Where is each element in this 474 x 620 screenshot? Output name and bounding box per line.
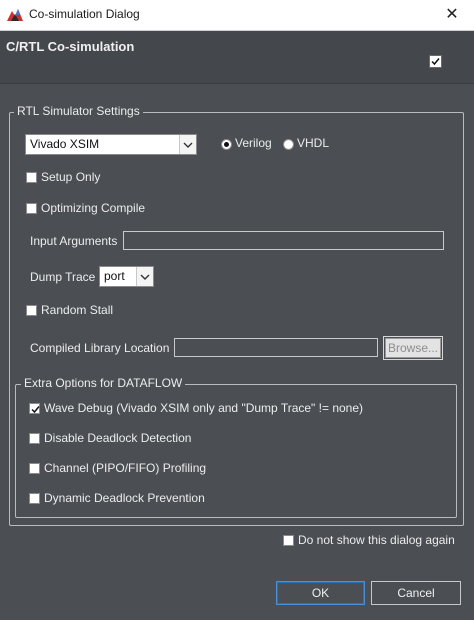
ok-button[interactable]: OK [276, 581, 365, 605]
disable-deadlock-detection-checkbox[interactable] [29, 433, 40, 444]
dump-trace-value: port [104, 269, 125, 283]
checkmark-icon [31, 406, 40, 414]
close-icon: ✕ [445, 6, 459, 23]
wave-debug-checkbox[interactable] [29, 403, 40, 414]
header-checkbox[interactable] [429, 55, 442, 68]
browse-label: Browse... [387, 341, 438, 355]
do-not-show-again-label: Do not show this dialog again [298, 533, 455, 547]
compiled-library-field[interactable] [174, 338, 378, 357]
compiled-library-label: Compiled Library Location [30, 341, 170, 355]
verilog-label: Verilog [235, 136, 272, 150]
dynamic-deadlock-prevention-label: Dynamic Deadlock Prevention [44, 491, 205, 505]
setup-only-label: Setup Only [41, 170, 101, 184]
dynamic-deadlock-prevention-checkbox[interactable] [29, 493, 40, 504]
do-not-show-again-checkbox[interactable] [283, 535, 294, 546]
simulator-select[interactable]: Vivado XSIM [25, 134, 197, 155]
title-bar: Co-simulation Dialog ✕ [0, 0, 474, 31]
setup-only-checkbox[interactable] [26, 172, 37, 183]
vhdl-radio[interactable] [283, 139, 294, 150]
dialog-heading: C/RTL Co-simulation [6, 39, 135, 54]
channel-profiling-checkbox[interactable] [29, 463, 40, 474]
channel-profiling-label: Channel (PIPO/FIFO) Profiling [44, 461, 207, 475]
extra-options-legend: Extra Options for DATAFLOW [21, 376, 186, 390]
optimizing-compile-checkbox[interactable] [26, 203, 37, 214]
input-arguments-label: Input Arguments [30, 234, 118, 248]
chevron-down-icon [179, 135, 196, 154]
optimizing-compile-label: Optimizing Compile [41, 201, 146, 215]
checkmark-icon [431, 58, 440, 66]
cancel-button[interactable]: Cancel [371, 581, 461, 605]
dump-trace-select[interactable]: port [99, 266, 154, 287]
wave-debug-label: Wave Debug (Vivado XSIM only and "Dump T… [44, 401, 364, 415]
browse-button[interactable]: Browse... [383, 336, 443, 360]
verilog-radio[interactable] [221, 139, 232, 150]
window-title: Co-simulation Dialog [29, 7, 140, 21]
random-stall-checkbox[interactable] [26, 305, 37, 316]
cancel-label: Cancel [397, 586, 435, 600]
dump-trace-label: Dump Trace [30, 270, 96, 284]
vhdl-label: VHDL [297, 136, 330, 150]
disable-deadlock-detection-label: Disable Deadlock Detection [44, 431, 192, 445]
input-arguments-field[interactable] [123, 231, 444, 250]
dialog-header: C/RTL Co-simulation [0, 31, 474, 84]
random-stall-label: Random Stall [41, 303, 114, 317]
close-button[interactable]: ✕ [430, 0, 474, 30]
chevron-down-icon [136, 267, 153, 286]
simulator-select-value: Vivado XSIM [30, 137, 100, 151]
rtl-simulator-settings-legend: RTL Simulator Settings [14, 104, 143, 118]
ok-label: OK [311, 586, 330, 600]
vitis-hls-logo-icon [7, 9, 23, 21]
